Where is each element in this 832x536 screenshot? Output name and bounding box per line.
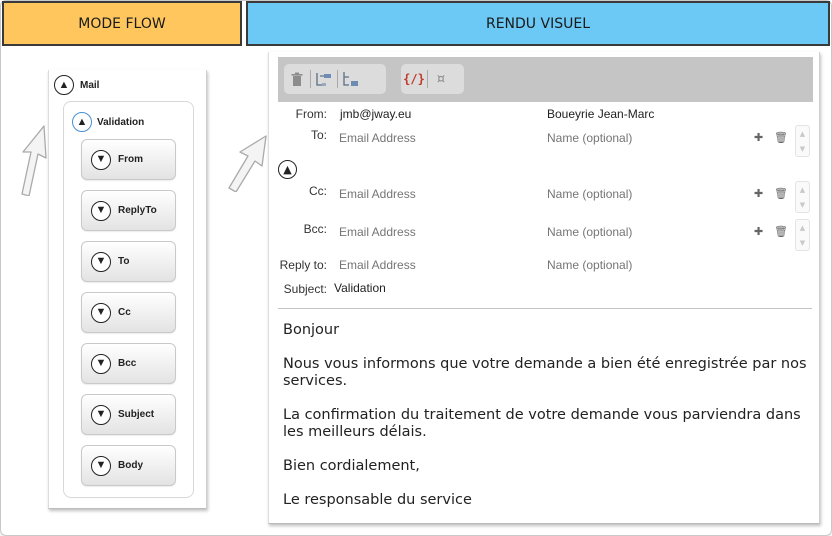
pointer-arrow-icon [228, 135, 267, 192]
flow-node-to[interactable]: ▼ To [81, 241, 176, 282]
insert-before-icon[interactable] [311, 66, 337, 92]
cc-name-input[interactable] [547, 187, 737, 201]
variable-icon[interactable]: {/} [401, 66, 427, 92]
flow-node-bcc[interactable]: ▼ Bcc [81, 343, 176, 384]
body-paragraph[interactable]: Nous vous informons que votre demande a … [283, 356, 808, 390]
from-email[interactable]: jmb@jway.eu [340, 107, 411, 121]
visual-render-header: RENDU VISUEL [246, 1, 830, 46]
mail-root-node[interactable]: ▲ Mail [54, 75, 99, 95]
flow-node-label: Subject [118, 409, 155, 420]
visual-render-panel: {/} ¤ From: jmb@jway.eu Boueyrie Jean-Ma… [268, 52, 820, 524]
subject-label: Subject: [283, 282, 327, 296]
to-order-spinner[interactable]: ▲ ▼ [795, 125, 810, 157]
toolbar-group-structure [284, 64, 386, 94]
trash-icon[interactable]: 🗑 [774, 187, 788, 200]
chevron-down-icon[interactable]: ▼ [800, 239, 805, 247]
currency-icon[interactable]: ¤ [428, 66, 454, 92]
chevron-up-icon[interactable]: ▲ [72, 112, 92, 132]
chevron-up-icon[interactable]: ▲ [800, 224, 805, 232]
reply-to-name-input[interactable] [547, 258, 737, 272]
flow-mode-title: MODE FLOW [78, 15, 166, 32]
chevron-down-icon[interactable]: ▼ [800, 145, 805, 153]
body-paragraph[interactable]: Bonjour [283, 322, 808, 339]
bcc-order-spinner[interactable]: ▲ ▼ [795, 219, 810, 251]
validation-group-label: Validation [97, 116, 145, 128]
body-paragraph[interactable]: Bien cordialement, [283, 458, 808, 475]
from-label: From: [295, 107, 327, 121]
chevron-down-icon[interactable]: ▼ [91, 251, 111, 272]
insert-after-icon[interactable] [338, 66, 364, 92]
chevron-down-icon[interactable]: ▼ [91, 149, 111, 170]
chevron-down-icon[interactable]: ▼ [91, 200, 111, 221]
chevron-down-icon[interactable]: ▼ [91, 353, 111, 374]
trash-icon[interactable]: 🗑 [774, 131, 788, 144]
flow-node-subject[interactable]: ▼ Subject [81, 394, 176, 435]
add-icon[interactable]: ✚ [754, 131, 763, 144]
flow-node-from[interactable]: ▼ From [81, 139, 176, 180]
flow-node-body[interactable]: ▼ Body [81, 445, 176, 486]
flow-node-label: From [118, 154, 143, 165]
currency-glyph: ¤ [436, 71, 446, 87]
chevron-up-icon[interactable]: ▲ [800, 186, 805, 194]
flow-node-cc[interactable]: ▼ Cc [81, 292, 176, 333]
chevron-down-icon[interactable]: ▼ [800, 201, 805, 209]
trash-icon[interactable] [284, 66, 310, 92]
chevron-down-icon[interactable]: ▼ [91, 455, 111, 476]
from-name[interactable]: Boueyrie Jean-Marc [547, 107, 654, 121]
flow-mode-header: MODE FLOW [2, 1, 242, 46]
validation-group: ▲ Validation ▼ From ▼ ReplyTo ▼ To ▼ Cc ▼ Bcc… [63, 101, 194, 498]
cc-label: Cc: [309, 184, 327, 198]
mail-root-label: Mail [80, 79, 100, 91]
cc-order-spinner[interactable]: ▲ ▼ [795, 181, 810, 213]
chevron-up-icon[interactable]: ▲ [54, 75, 74, 95]
reply-to-label: Reply to: [279, 258, 327, 272]
to-label: To: [310, 128, 327, 142]
subject-value[interactable]: Validation [334, 281, 386, 295]
header-body-divider [278, 308, 812, 309]
body-paragraph[interactable]: La confirmation du traitement de votre d… [283, 407, 808, 441]
chevron-down-icon[interactable]: ▼ [91, 404, 111, 425]
flow-tree-panel: ▲ Mail ▲ Validation ▼ From ▼ ReplyTo ▼ To ▼… [48, 70, 207, 509]
flow-node-label: To [118, 256, 130, 267]
bcc-name-input[interactable] [547, 225, 737, 239]
chevron-down-icon[interactable]: ▼ [91, 302, 111, 323]
chevron-up-icon[interactable]: ▲ [278, 160, 297, 179]
flow-node-label: Bcc [118, 358, 137, 369]
to-email-input[interactable] [339, 131, 529, 145]
reply-to-email-input[interactable] [339, 258, 529, 272]
visual-render-title: RENDU VISUEL [485, 15, 590, 32]
body-paragraph[interactable]: Le responsable du service [283, 492, 808, 509]
validation-group-header[interactable]: ▲ Validation [72, 112, 144, 132]
flow-node-replyto[interactable]: ▼ ReplyTo [81, 190, 176, 231]
trash-icon[interactable]: 🗑 [774, 225, 788, 238]
pointer-arrow-icon [21, 125, 47, 196]
add-icon[interactable]: ✚ [754, 225, 763, 238]
editor-toolbar: {/} ¤ [278, 57, 813, 102]
bcc-email-input[interactable] [339, 225, 529, 239]
to-name-input[interactable] [547, 131, 737, 145]
flow-node-label: Body [118, 460, 143, 471]
flow-node-label: Cc [118, 307, 131, 318]
flow-node-label: ReplyTo [118, 205, 157, 216]
cc-email-input[interactable] [339, 187, 529, 201]
variable-glyph: {/} [403, 72, 425, 86]
toolbar-group-insert: {/} ¤ [401, 64, 464, 94]
add-icon[interactable]: ✚ [754, 187, 763, 200]
chevron-up-icon[interactable]: ▲ [800, 130, 805, 138]
bcc-label: Bcc: [303, 222, 327, 236]
